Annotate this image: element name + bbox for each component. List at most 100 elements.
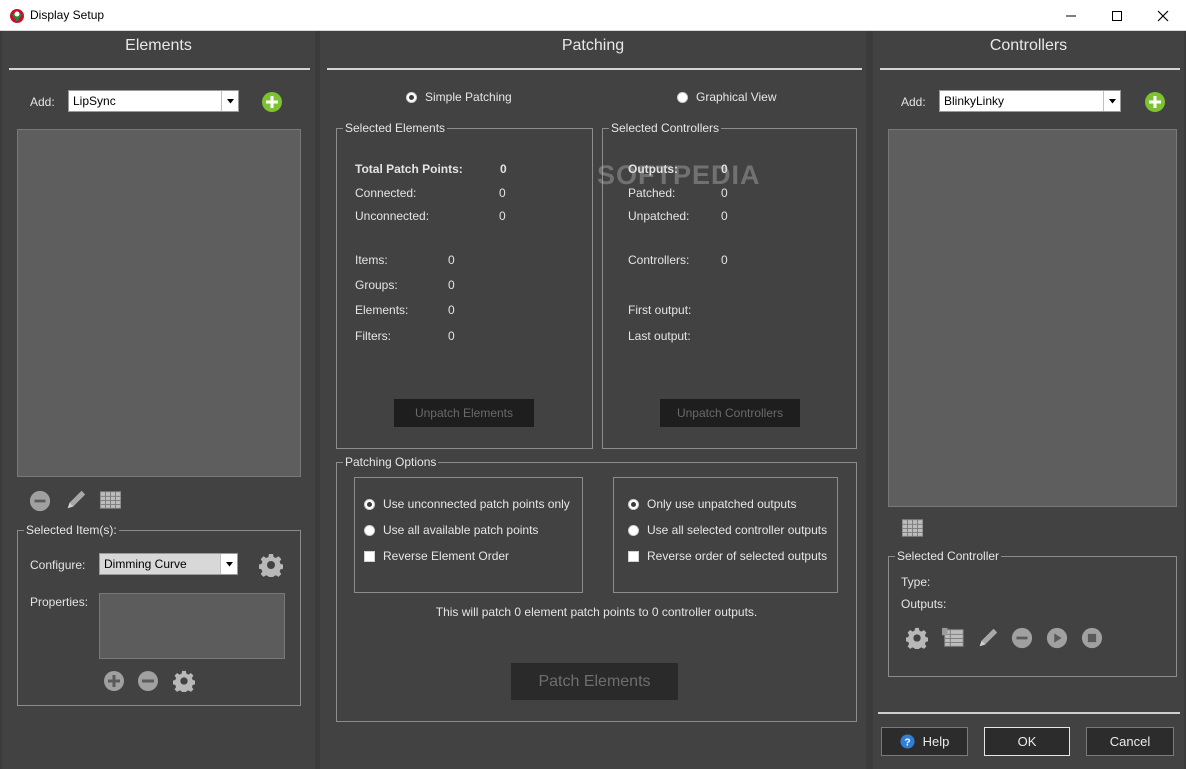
controller-outputs-label: Outputs:	[901, 597, 947, 611]
remove-controller-icon[interactable]	[1010, 626, 1034, 650]
controllers-count-label: Controllers:	[628, 253, 690, 267]
controller-rename-pencil-icon[interactable]	[975, 625, 1001, 651]
close-button[interactable]	[1140, 0, 1186, 31]
add-property-icon[interactable]	[103, 670, 125, 692]
ok-button[interactable]: OK	[984, 727, 1070, 756]
controller-type-label: Type:	[901, 575, 931, 589]
cancel-button[interactable]: Cancel	[1086, 727, 1174, 756]
patching-options-group: Patching Options Use unconnected patch p…	[336, 455, 857, 722]
radio-selected-icon	[406, 91, 417, 103]
footer-divider	[878, 712, 1180, 714]
elements-count-label: Elements:	[355, 303, 409, 317]
maximize-button[interactable]	[1094, 0, 1140, 31]
stop-controller-icon[interactable]	[1080, 626, 1104, 650]
reverse-element-order-label: Reverse Element Order	[383, 549, 510, 563]
rename-pencil-icon[interactable]	[63, 487, 89, 513]
selected-controller-group: Selected Controller Type: Outputs:	[888, 549, 1177, 677]
unpatched-outputs-label: Only use unpatched outputs	[647, 497, 797, 511]
remove-property-icon[interactable]	[137, 670, 159, 692]
configure-label: Configure:	[30, 558, 86, 572]
unpatched-outputs-radio[interactable]: Only use unpatched outputs	[628, 497, 796, 511]
selected-controller-title: Selected Controller	[895, 549, 1002, 563]
add-element-plus-icon[interactable]	[261, 91, 283, 113]
patching-title: Patching	[561, 37, 625, 54]
add-controller-plus-icon[interactable]	[1144, 91, 1166, 113]
elements-count-value: 0	[448, 303, 455, 317]
divider	[327, 68, 862, 70]
controller-grid-icon[interactable]	[900, 516, 924, 540]
patching-options-title: Patching Options	[343, 455, 439, 469]
controllers-title: Controllers	[989, 37, 1068, 54]
selected-items-title: Selected Item(s):	[24, 523, 119, 537]
selected-elements-title: Selected Elements	[343, 121, 448, 135]
reverse-outputs-checkbox[interactable]: Reverse order of selected outputs	[628, 549, 827, 563]
divider	[9, 68, 310, 70]
configure-property-gear-icon[interactable]	[172, 669, 196, 693]
add-element-value: LipSync	[73, 94, 116, 108]
unconnected-value: 0	[499, 209, 506, 223]
connected-value: 0	[499, 186, 506, 200]
window-title: Display Setup	[30, 8, 105, 22]
configure-value: Dimming Curve	[104, 557, 187, 571]
title-bar: Display Setup	[0, 0, 1186, 31]
divider	[880, 68, 1180, 70]
reverse-element-order-checkbox[interactable]: Reverse Element Order	[364, 549, 509, 563]
help-button[interactable]: ? Help	[881, 727, 968, 756]
softpedia-watermark: SOFTPEDIA	[597, 160, 761, 190]
close-icon	[1157, 10, 1169, 21]
reverse-outputs-label: Reverse order of selected outputs	[647, 549, 828, 563]
controller-config-gear-icon[interactable]	[905, 626, 929, 650]
properties-label: Properties:	[30, 595, 89, 609]
radio-selected-icon	[364, 498, 375, 510]
radio-selected-icon	[628, 498, 639, 510]
checkbox-icon	[628, 550, 639, 562]
groups-value: 0	[448, 278, 455, 292]
patch-elements-button[interactable]: Patch Elements	[511, 663, 678, 700]
all-selected-outputs-radio[interactable]: Use all selected controller outputs	[628, 523, 827, 537]
remove-element-icon[interactable]	[28, 489, 52, 513]
unconnected-only-radio[interactable]: Use unconnected patch points only	[364, 497, 570, 511]
add-controller-combo[interactable]: BlinkyLinky	[939, 90, 1121, 112]
unconnected-label: Unconnected:	[355, 209, 430, 223]
first-output-label: First output:	[628, 303, 692, 317]
configure-gear-icon[interactable]	[258, 552, 284, 578]
elements-tree[interactable]	[17, 129, 301, 477]
properties-list[interactable]	[99, 593, 285, 659]
radio-unselected-icon	[364, 524, 375, 536]
add-element-combo[interactable]: LipSync	[68, 90, 239, 112]
start-controller-play-icon[interactable]	[1045, 626, 1069, 650]
minimize-button[interactable]	[1048, 0, 1094, 31]
simple-patching-radio[interactable]: Simple Patching	[406, 90, 512, 104]
unpatch-elements-button[interactable]: Unpatch Elements	[394, 399, 534, 427]
output-options-box: Only use unpatched outputs Use all selec…	[613, 477, 838, 593]
add-element-label: Add:	[30, 95, 55, 109]
grid-table-icon[interactable]	[98, 488, 122, 512]
items-label: Items:	[355, 253, 388, 267]
last-output-label: Last output:	[628, 329, 691, 343]
help-icon: ?	[900, 734, 915, 749]
unpatch-controllers-button[interactable]: Unpatch Controllers	[660, 399, 800, 427]
total-patch-points-label: Total Patch Points:	[355, 162, 463, 176]
add-controller-label: Add:	[901, 95, 926, 109]
display-setup-window: Elements Add: LipSync Selected Item(s): …	[0, 31, 1186, 769]
controller-outputs-list-icon[interactable]	[940, 626, 966, 650]
help-label: Help	[922, 734, 950, 749]
groups-label: Groups:	[355, 278, 398, 292]
chevron-down-icon	[220, 554, 237, 574]
unpatched-label: Unpatched:	[628, 209, 690, 223]
app-logo-icon	[10, 9, 24, 23]
filters-label: Filters:	[355, 329, 391, 343]
all-selected-outputs-label: Use all selected controller outputs	[647, 523, 828, 537]
filters-value: 0	[448, 329, 455, 343]
patching-panel: Patching Simple Patching Graphical View …	[320, 31, 866, 769]
elements-panel: Elements Add: LipSync Selected Item(s): …	[2, 31, 315, 769]
element-options-box: Use unconnected patch points only Use al…	[354, 477, 583, 593]
controllers-list[interactable]	[888, 129, 1177, 507]
total-patch-points-value: 0	[500, 162, 507, 176]
all-available-radio[interactable]: Use all available patch points	[364, 523, 538, 537]
unpatched-value: 0	[721, 209, 728, 223]
graphical-view-radio[interactable]: Graphical View	[677, 90, 776, 104]
items-value: 0	[448, 253, 455, 267]
configure-combo[interactable]: Dimming Curve	[99, 553, 238, 575]
radio-unselected-icon	[628, 524, 639, 536]
